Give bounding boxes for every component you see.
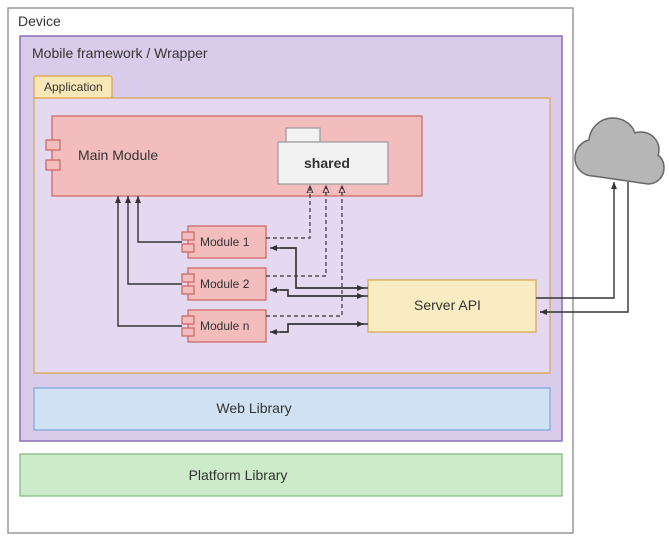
cloud-icon: [575, 118, 664, 184]
module-1-label: Module 1: [200, 235, 250, 249]
application-tab-label: Application: [44, 80, 103, 94]
device-label: Device: [18, 13, 61, 29]
server-api-label: Server API: [414, 297, 481, 313]
module-2-label: Module 2: [200, 277, 250, 291]
wrapper-label: Mobile framework / Wrapper: [32, 45, 208, 61]
architecture-diagram: Device Mobile framework / Wrapper Applic…: [0, 0, 669, 541]
web-library-label: Web Library: [216, 400, 291, 416]
shared-label: shared: [304, 155, 350, 171]
main-module-label: Main Module: [78, 147, 158, 163]
platform-library-box: [20, 454, 562, 496]
module-1-component: Module 1: [182, 226, 266, 258]
web-library-box: [34, 388, 550, 430]
platform-library-label: Platform Library: [189, 467, 288, 483]
module-n-label: Module n: [200, 319, 249, 333]
module-n-component: Module n: [182, 310, 266, 342]
module-2-component: Module 2: [182, 268, 266, 300]
